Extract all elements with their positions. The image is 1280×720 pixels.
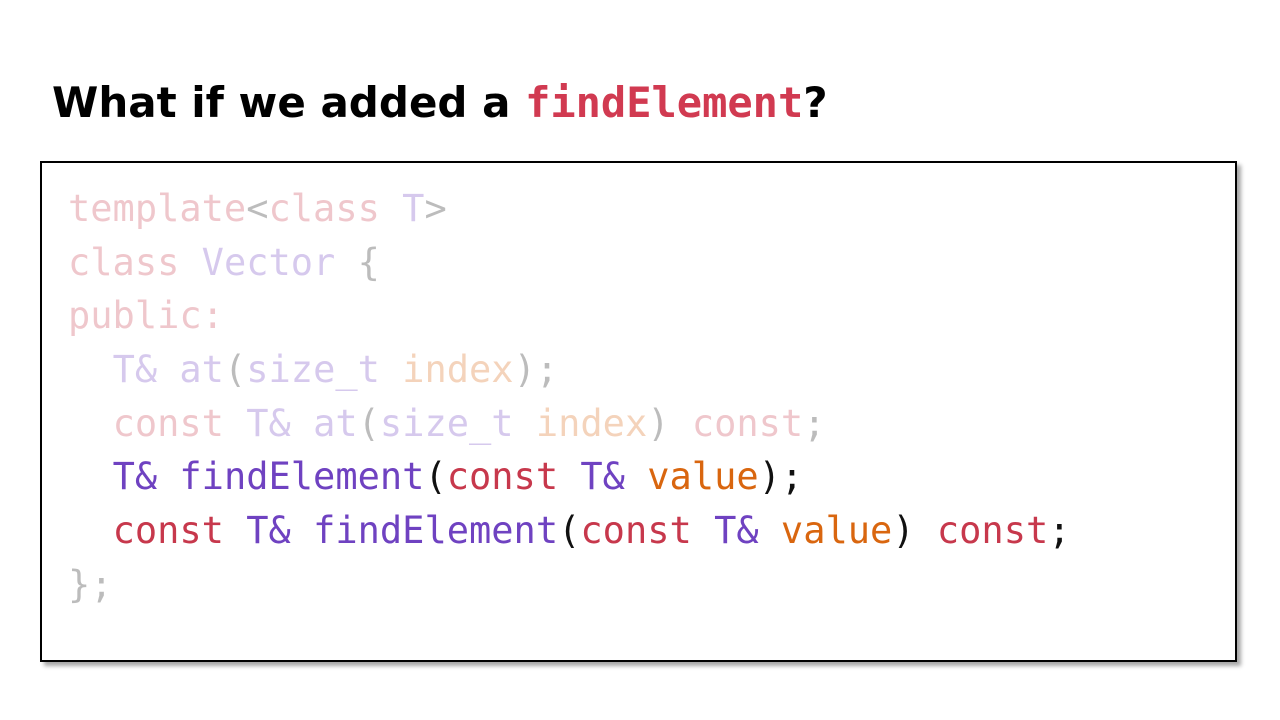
code-token-punctuation: [558, 455, 580, 498]
code-line: T& findElement(const T& value);: [68, 450, 1071, 504]
code-token-punctuation: );: [758, 455, 804, 499]
code-token-punctuation: };: [68, 562, 113, 606]
code-token-type: size_t: [379, 401, 514, 445]
code-token-parameter: value: [780, 509, 893, 553]
code-token-punctuation: [514, 402, 536, 445]
code-token-type: size_t: [246, 348, 380, 392]
code-token-parameter: index: [402, 348, 514, 392]
code-token-punctuation: [68, 348, 113, 391]
title-prefix: What if we added a: [52, 78, 526, 127]
code-token-type: T&: [714, 509, 759, 553]
code-line: T& at(size_t index);: [68, 343, 1071, 397]
code-token-punctuation: [759, 509, 781, 552]
code-token-punctuation: <: [246, 187, 269, 230]
code-token-keyword: const: [112, 401, 224, 445]
code-token-keyword: const: [446, 455, 559, 499]
code-token-punctuation: (: [223, 348, 247, 392]
code-token-punctuation: [291, 402, 313, 445]
code-token-punctuation: ): [647, 401, 692, 445]
code-token-keyword: const: [691, 401, 804, 445]
code-token-type: T: [402, 187, 425, 230]
code-token-punctuation: [68, 402, 113, 445]
code-token-keyword: const: [580, 509, 692, 553]
code-token-punctuation: [157, 455, 179, 498]
code-line: const T& findElement(const T& value) con…: [68, 504, 1071, 558]
title-code-highlight: findElement: [525, 78, 804, 127]
title-suffix: ?: [803, 78, 828, 127]
code-token-punctuation: [291, 509, 313, 552]
code-token-punctuation: ;: [1048, 509, 1071, 553]
code-token-punctuation: [692, 509, 714, 552]
code-token-punctuation: [625, 455, 647, 498]
code-block: template<class T> class Vector {public: T…: [40, 161, 1237, 662]
code-token-function: findElement: [313, 509, 559, 553]
code-token-type: T&: [112, 348, 158, 392]
code-token-punctuation: );: [513, 348, 559, 392]
code-token-punctuation: (: [558, 509, 581, 553]
code-token-punctuation: [224, 402, 246, 445]
code-token-punctuation: [380, 187, 402, 230]
code-token-punctuation: ;: [803, 401, 826, 445]
code-token-function: at: [179, 348, 224, 392]
code-token-punctuation: [179, 241, 201, 284]
code-token-keyword: class: [68, 240, 180, 284]
code-line: template<class T>: [68, 182, 1071, 236]
code-line: class Vector {: [68, 236, 1071, 290]
code-token-function: findElement: [179, 455, 425, 499]
code-token-keyword: class: [268, 187, 380, 230]
slide: What if we added a findElement? template…: [0, 0, 1280, 720]
code-token-type: T&: [246, 509, 291, 553]
code-token-punctuation: [157, 348, 179, 391]
code-lines: template<class T> class Vector {public: T…: [68, 182, 1071, 612]
code-line: public:: [68, 289, 1071, 343]
code-token-keyword: public:: [68, 294, 224, 338]
code-token-parameter: index: [535, 401, 648, 445]
code-token-punctuation: [380, 348, 402, 391]
code-token-punctuation: ): [892, 509, 937, 553]
code-line: const T& at(size_t index) const;: [68, 397, 1071, 451]
code-token-type: T&: [246, 401, 291, 445]
code-token-punctuation: [68, 455, 113, 498]
code-token-keyword: const: [112, 509, 224, 553]
code-token-punctuation: (: [357, 401, 380, 445]
code-token-keyword: template: [68, 187, 247, 230]
code-token-punctuation: >: [424, 187, 447, 230]
code-token-type: Vector: [201, 240, 336, 284]
code-token-keyword: const: [936, 509, 1049, 553]
code-token-function: at: [313, 401, 358, 445]
code-token-punctuation: [68, 509, 113, 552]
code-token-type: T&: [580, 455, 625, 499]
code-line: };: [68, 558, 1071, 612]
slide-title: What if we added a findElement?: [52, 74, 828, 132]
code-token-type: T&: [112, 455, 158, 499]
code-token-parameter: value: [647, 455, 759, 499]
code-token-punctuation: [224, 509, 246, 552]
code-token-punctuation: (: [424, 455, 447, 499]
code-token-punctuation: {: [335, 240, 380, 284]
